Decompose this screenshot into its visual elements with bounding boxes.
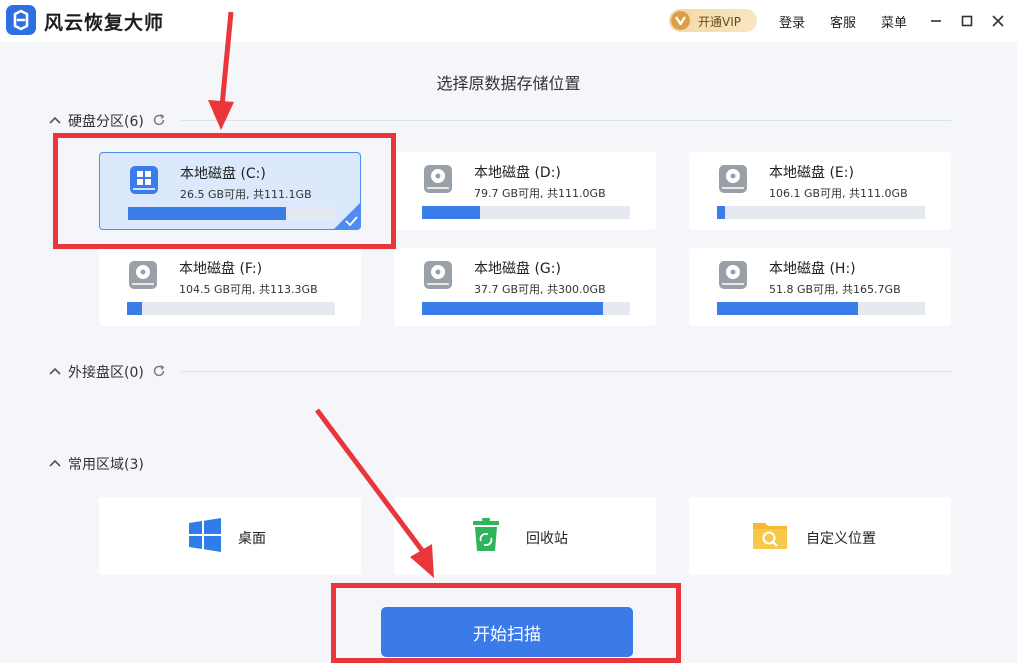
common-areas-label: 常用区域(3)	[68, 457, 144, 473]
section-divider	[181, 371, 951, 372]
drive-name: 本地磁盘 (F:)	[179, 261, 263, 277]
login-link[interactable]: 登录	[779, 12, 805, 31]
refresh-icon[interactable]	[152, 113, 166, 127]
drive-usage-bar	[128, 207, 336, 220]
hard-disk-icon	[129, 261, 157, 289]
recycle-bin-icon	[473, 518, 499, 551]
drive-capacity: 51.8 GB可用, 共165.7GB	[769, 283, 901, 296]
menu-link[interactable]: 菜单	[881, 12, 907, 31]
drive-usage-fill	[717, 206, 726, 219]
hard-disk-icon	[424, 165, 452, 193]
area-card-recycle-bin[interactable]: 回收站	[394, 497, 656, 575]
close-button[interactable]	[985, 8, 1011, 34]
selected-check-icon	[334, 203, 360, 229]
external-drives-label: 外接盘区(0)	[68, 365, 144, 381]
area-label: 桌面	[238, 531, 266, 547]
windows-drive-icon	[130, 166, 158, 194]
open-vip-label: 开通VIP	[698, 15, 741, 29]
drive-usage-bar	[717, 302, 925, 315]
drive-capacity: 79.7 GB可用, 共111.0GB	[474, 187, 606, 200]
drive-usage-fill	[422, 302, 603, 315]
vip-badge-icon	[671, 11, 690, 30]
maximize-button[interactable]	[954, 8, 980, 34]
drive-usage-fill	[422, 206, 481, 219]
area-label: 自定义位置	[806, 531, 876, 547]
chevron-up-icon[interactable]	[48, 364, 62, 378]
drive-name: 本地磁盘 (C:)	[180, 166, 266, 182]
drive-capacity: 26.5 GB可用, 共111.1GB	[180, 188, 312, 201]
drive-capacity: 104.5 GB可用, 共113.3GB	[179, 283, 318, 296]
drive-capacity: 37.7 GB可用, 共300.0GB	[474, 283, 606, 296]
maximize-icon	[961, 15, 973, 27]
area-card-custom-location[interactable]: 自定义位置	[689, 497, 951, 575]
start-scan-button[interactable]: 开始扫描	[381, 607, 633, 657]
open-vip-button[interactable]: 开通VIP	[669, 9, 757, 32]
drive-card-e[interactable]: 本地磁盘 (E:) 106.1 GB可用, 共111.0GB	[689, 152, 951, 230]
disk-partitions-section-header[interactable]: 硬盘分区(6)	[48, 110, 951, 130]
customer-service-link[interactable]: 客服	[830, 12, 856, 31]
drive-card-c[interactable]: 本地磁盘 (C:) 26.5 GB可用, 共111.1GB	[99, 152, 361, 230]
minimize-icon	[931, 20, 941, 22]
refresh-icon[interactable]	[152, 364, 166, 378]
drive-card-d[interactable]: 本地磁盘 (D:) 79.7 GB可用, 共111.0GB	[394, 152, 656, 230]
close-icon	[992, 15, 1004, 27]
drive-card-g[interactable]: 本地磁盘 (G:) 37.7 GB可用, 共300.0GB	[394, 248, 656, 326]
drive-name: 本地磁盘 (G:)	[474, 261, 561, 277]
drive-usage-fill	[717, 302, 859, 315]
drive-name: 本地磁盘 (D:)	[474, 165, 561, 181]
app-title: 风云恢复大师	[44, 12, 165, 34]
drive-usage-bar	[127, 302, 335, 315]
windows-icon	[189, 518, 221, 552]
drive-name: 本地磁盘 (H:)	[769, 261, 856, 277]
drive-usage-bar	[422, 206, 630, 219]
drive-usage-fill	[127, 302, 142, 315]
chevron-up-icon[interactable]	[48, 113, 62, 127]
app-logo-icon	[6, 5, 36, 35]
folder-search-icon	[753, 523, 787, 549]
common-areas-section-header[interactable]: 常用区域(3)	[48, 453, 951, 473]
drive-capacity: 106.1 GB可用, 共111.0GB	[769, 187, 908, 200]
drive-card-f[interactable]: 本地磁盘 (F:) 104.5 GB可用, 共113.3GB	[99, 248, 361, 326]
section-divider	[181, 120, 951, 121]
drive-usage-bar	[717, 206, 925, 219]
drive-card-h[interactable]: 本地磁盘 (H:) 51.8 GB可用, 共165.7GB	[689, 248, 951, 326]
hard-disk-icon	[719, 165, 747, 193]
drive-name: 本地磁盘 (E:)	[769, 165, 854, 181]
minimize-button[interactable]	[923, 8, 949, 34]
chevron-up-icon[interactable]	[48, 456, 62, 470]
drive-usage-bar	[422, 302, 630, 315]
hard-disk-icon	[424, 261, 452, 289]
hard-disk-icon	[719, 261, 747, 289]
area-card-desktop[interactable]: 桌面	[99, 497, 361, 575]
title-bar: 风云恢复大师 开通VIP 登录 客服 菜单	[0, 0, 1017, 42]
page-title: 选择原数据存储位置	[436, 74, 581, 93]
disk-partitions-label: 硬盘分区(6)	[68, 114, 144, 130]
area-label: 回收站	[526, 531, 568, 547]
external-drives-section-header[interactable]: 外接盘区(0)	[48, 361, 951, 381]
drive-usage-fill	[128, 207, 287, 220]
